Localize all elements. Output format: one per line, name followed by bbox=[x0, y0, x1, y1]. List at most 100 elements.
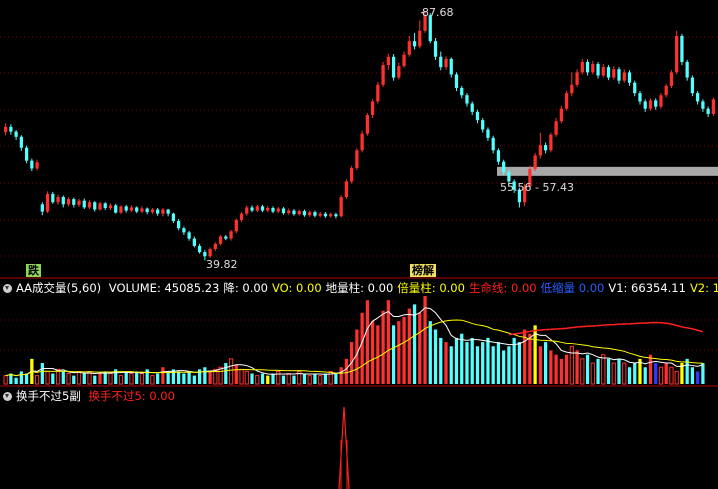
candle-body bbox=[93, 202, 97, 210]
candle-body bbox=[329, 214, 333, 217]
volume-bar bbox=[543, 342, 548, 384]
candle-body bbox=[350, 167, 354, 182]
candle-body bbox=[696, 93, 700, 102]
volume-bar bbox=[182, 373, 186, 384]
candle-body bbox=[24, 147, 29, 161]
vol-item-8: V2: 103 bbox=[689, 281, 718, 295]
volume-bar bbox=[690, 367, 695, 384]
volume-bar bbox=[433, 329, 438, 384]
signal-tag-left: 跌 bbox=[26, 264, 41, 277]
volume-bar bbox=[397, 321, 401, 384]
candle-body bbox=[245, 207, 249, 214]
candle-body bbox=[218, 236, 223, 244]
candle-body bbox=[418, 30, 422, 47]
candle-body bbox=[77, 200, 81, 205]
volume-bar bbox=[402, 316, 406, 384]
volume-bar bbox=[276, 370, 281, 385]
volume-bar bbox=[486, 337, 490, 384]
volume-bar bbox=[549, 350, 553, 384]
volume-bar bbox=[281, 375, 286, 384]
candle-body bbox=[161, 209, 165, 214]
volume-bar bbox=[407, 308, 411, 384]
volume-bar bbox=[460, 333, 464, 384]
vol-item-1: 降: 0.00 bbox=[223, 281, 268, 295]
candle-body bbox=[355, 150, 359, 168]
volume-bar bbox=[575, 350, 579, 384]
volume-bar bbox=[98, 373, 102, 384]
volume-bar bbox=[559, 358, 563, 384]
volume-bar bbox=[3, 375, 8, 385]
volume-bar bbox=[418, 312, 422, 384]
volume-indicator-header: AA成交量(5,60) VOLUME: 45085.23 降: 0.00 VO: 0… bbox=[0, 280, 718, 296]
candle-body bbox=[449, 58, 453, 75]
candle-body bbox=[412, 41, 417, 47]
candle-body bbox=[397, 66, 401, 78]
candle-body bbox=[664, 85, 668, 96]
candle-body bbox=[339, 197, 343, 217]
candle-body bbox=[61, 197, 65, 205]
collapse-circle-icon[interactable] bbox=[3, 284, 12, 293]
candle-body bbox=[213, 243, 217, 250]
candle-body bbox=[87, 202, 92, 208]
candle-body bbox=[276, 208, 280, 212]
volume-bar bbox=[292, 375, 296, 384]
volume-bar bbox=[192, 375, 196, 384]
high-price-label: 87.68 bbox=[422, 6, 454, 19]
volume-bar bbox=[255, 375, 260, 385]
candle-body bbox=[334, 214, 338, 217]
volume-bar bbox=[161, 367, 165, 384]
volume-bar bbox=[454, 337, 459, 384]
candle-body bbox=[533, 155, 537, 169]
volume-bar bbox=[360, 312, 364, 384]
candle-body bbox=[596, 64, 600, 76]
volume-bar bbox=[234, 365, 238, 384]
candle-body bbox=[580, 61, 584, 73]
candle-body bbox=[192, 238, 196, 246]
volume-bar bbox=[166, 371, 170, 384]
volume-bar bbox=[76, 370, 82, 385]
volume-bar bbox=[208, 371, 212, 384]
candle-body bbox=[266, 207, 270, 211]
candle-body bbox=[234, 219, 238, 232]
candle-body bbox=[114, 205, 118, 213]
candle-body bbox=[9, 126, 13, 132]
candle-body bbox=[491, 137, 495, 151]
candle-body bbox=[119, 206, 123, 213]
volume-bar bbox=[51, 373, 55, 384]
volume-bar bbox=[19, 371, 23, 384]
candle-body bbox=[365, 114, 369, 134]
candle-body bbox=[40, 204, 44, 212]
volume-bar bbox=[203, 367, 207, 384]
volume-bar bbox=[701, 363, 705, 384]
volume-bar bbox=[93, 375, 97, 384]
range-box-label: 55.56 - 57.43 bbox=[500, 181, 574, 194]
collapse-circle-icon[interactable] bbox=[3, 392, 12, 401]
candle-body bbox=[711, 99, 716, 114]
volume-bar bbox=[643, 367, 647, 384]
volume-bar bbox=[286, 373, 291, 385]
volume-bar bbox=[250, 373, 254, 384]
candle-body bbox=[45, 193, 50, 212]
candle-body bbox=[72, 199, 76, 205]
volume-bar bbox=[318, 375, 323, 385]
volume-bar bbox=[664, 363, 668, 384]
candle-body bbox=[601, 67, 605, 76]
volume-bar bbox=[40, 363, 44, 384]
volume-bar bbox=[412, 304, 417, 384]
candle-body bbox=[381, 65, 385, 85]
volume-bar bbox=[328, 370, 333, 385]
candle-body bbox=[344, 181, 349, 198]
volume-bar bbox=[224, 363, 228, 384]
candle-body bbox=[570, 84, 574, 94]
candle-body bbox=[465, 95, 469, 104]
volume-bar bbox=[334, 373, 338, 384]
volume-bar bbox=[118, 375, 124, 385]
candle-body bbox=[260, 206, 265, 211]
chart-canvas[interactable] bbox=[0, 0, 718, 489]
volume-bar bbox=[428, 321, 432, 384]
volume-bar bbox=[491, 346, 495, 384]
volume-bar bbox=[266, 375, 270, 384]
volume-bar bbox=[156, 373, 160, 384]
volume-bar bbox=[481, 342, 485, 384]
volume-bar bbox=[302, 373, 307, 384]
